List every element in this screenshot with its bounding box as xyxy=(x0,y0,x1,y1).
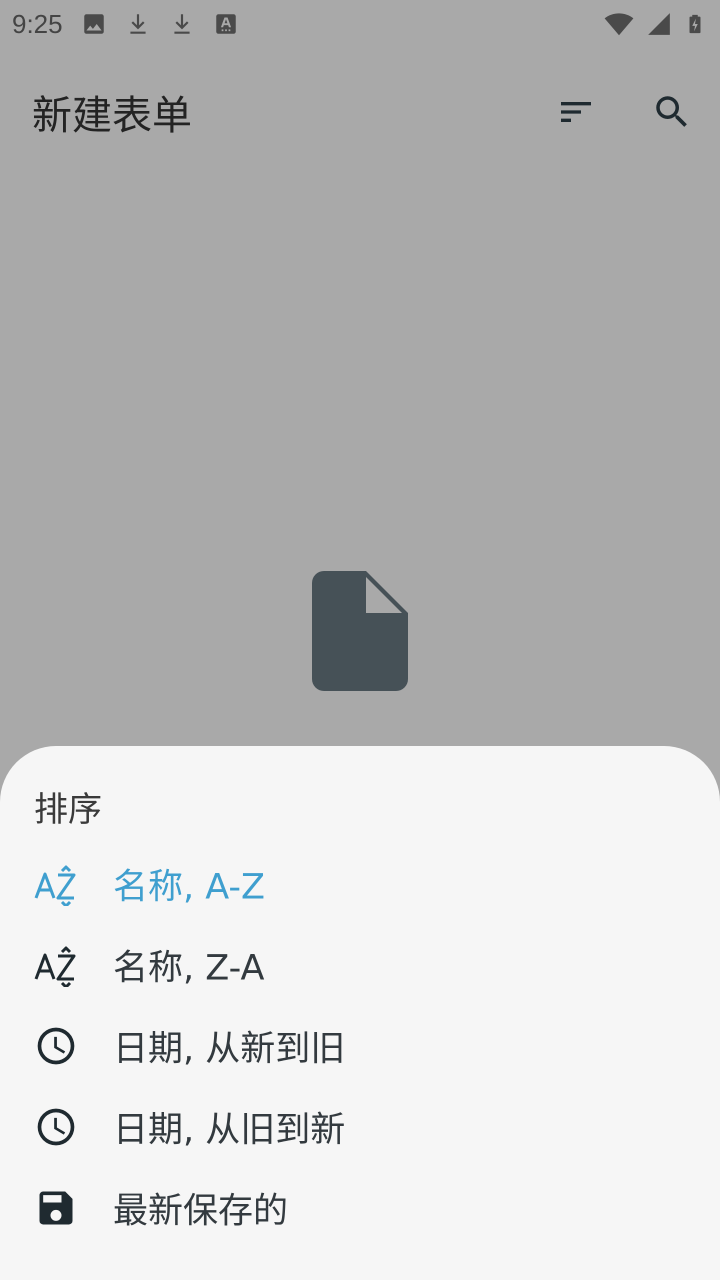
file-icon xyxy=(312,571,408,691)
status-time: 9:25 xyxy=(12,8,63,39)
sheet-title: 排序 xyxy=(34,790,102,830)
download-icon xyxy=(174,14,190,34)
sort-option-label: 最新保存的 xyxy=(113,1191,289,1232)
sort-za-icon xyxy=(34,946,76,987)
sort-az-icon xyxy=(34,865,76,906)
status-bar: 9:25 xyxy=(0,0,720,48)
sort-button[interactable] xyxy=(548,84,604,140)
search-button[interactable] xyxy=(644,84,700,140)
sort-icon xyxy=(561,102,591,122)
sort-option-label: 日期, 从新到旧 xyxy=(113,1029,346,1070)
download-icon xyxy=(130,14,146,34)
sort-option-last-saved[interactable]: 最新保存的 xyxy=(0,1168,720,1248)
status-left: 9:25 xyxy=(12,9,239,40)
wifi-icon xyxy=(604,13,634,36)
status-right xyxy=(604,9,706,39)
clock-icon xyxy=(37,1027,75,1065)
signal-icon xyxy=(648,13,670,35)
search-icon xyxy=(656,96,687,127)
sort-bottom-sheet: 排序 名称, A-Z 名称, Z-A 日期, 从新到旧 日期, 从旧到新 最新保… xyxy=(0,746,720,1280)
sort-option-label: 日期, 从旧到新 xyxy=(113,1110,346,1151)
save-icon xyxy=(39,1191,73,1225)
app-bar: 新建表单 xyxy=(0,64,720,160)
sort-option-name-desc[interactable]: 名称, Z-A xyxy=(0,925,720,1005)
sort-option-name-asc[interactable]: 名称, A-Z xyxy=(0,844,720,924)
sort-option-date-newest[interactable]: 日期, 从新到旧 xyxy=(0,1006,720,1086)
image-icon xyxy=(83,14,104,34)
sort-option-label: 名称, A-Z xyxy=(113,867,266,908)
keyboard-a-icon xyxy=(215,14,236,34)
battery-charging-icon xyxy=(689,14,701,34)
clock-icon xyxy=(37,1108,75,1146)
page-title: 新建表单 xyxy=(32,93,192,139)
sort-option-label: 名称, Z-A xyxy=(113,948,265,989)
sort-option-date-oldest[interactable]: 日期, 从旧到新 xyxy=(0,1087,720,1167)
